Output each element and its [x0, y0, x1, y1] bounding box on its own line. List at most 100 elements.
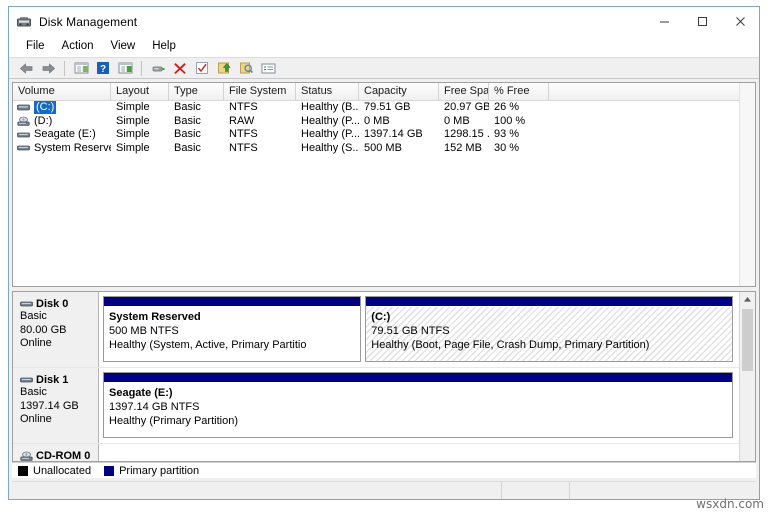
- volume-cell[interactable]: System Reserved: [13, 142, 111, 155]
- layout-cell: Simple: [116, 101, 150, 114]
- disk-title-1: Disk 1: [20, 374, 98, 386]
- menu-action[interactable]: Action: [54, 38, 102, 55]
- column-header-capacity[interactable]: Capacity: [359, 83, 439, 100]
- content-area: Volume Layout Type File System Status Ca…: [9, 79, 759, 499]
- status-cell: Healthy (S...: [301, 141, 359, 154]
- minimize-button[interactable]: [645, 7, 683, 36]
- disk-partitions-2: [99, 444, 739, 461]
- disk-name-label: Disk 0: [36, 298, 69, 310]
- disk-title-2: CD-ROM 0: [20, 450, 98, 461]
- disk-state-1: Online: [20, 413, 52, 425]
- partition-body: (C:) 79.51 GB NTFS Healthy (Boot, Page F…: [366, 307, 732, 361]
- close-button[interactable]: [721, 7, 759, 36]
- column-header-type[interactable]: Type: [169, 83, 224, 100]
- partition-capacity-bar: [104, 373, 732, 383]
- disk-info-1[interactable]: Disk 1 Basic 1397.14 GB Online: [13, 368, 99, 443]
- disk-name-label: CD-ROM 0: [36, 450, 91, 461]
- status-cell: Healthy (B...: [301, 101, 359, 114]
- extend-volume-icon[interactable]: [214, 58, 234, 78]
- partition-size-fs: 1397.14 GB NTFS: [109, 401, 200, 413]
- capacity-cell: 79.51 GB: [364, 101, 411, 114]
- disk-row-1[interactable]: Disk 1 Basic 1397.14 GB Online Seagate (…: [13, 368, 739, 444]
- type-cell: Basic: [174, 141, 201, 154]
- properties-window-icon[interactable]: [115, 58, 135, 78]
- partition-seagate-e[interactable]: Seagate (E:) 1397.14 GB NTFS Healthy (Pr…: [103, 372, 733, 438]
- title-bar: Disk Management: [9, 7, 759, 36]
- column-header-file-system[interactable]: File System: [224, 83, 296, 100]
- column-header-volume[interactable]: Volume: [13, 83, 111, 100]
- volume-cell[interactable]: Seagate (E:): [13, 128, 111, 141]
- scroll-up-arrow-icon[interactable]: [740, 292, 755, 307]
- partition-c-drive[interactable]: (C:) 79.51 GB NTFS Healthy (Boot, Page F…: [365, 296, 733, 362]
- partition-size-fs: 500 MB NTFS: [109, 325, 179, 337]
- rescan-disks-icon[interactable]: [148, 58, 168, 78]
- partition-status: Healthy (Primary Partition): [109, 415, 238, 427]
- volume-cell[interactable]: (C:): [13, 101, 111, 115]
- percent-free-cell: 30 %: [494, 141, 520, 154]
- toolbar-separator: [64, 60, 65, 76]
- legend-swatch-primary-partition: [104, 465, 115, 476]
- capacity-cell: 0 MB: [364, 114, 390, 127]
- window-controls: [645, 7, 759, 36]
- column-header-filler: [549, 83, 755, 100]
- volume-cell[interactable]: (D:): [13, 115, 111, 128]
- table-row[interactable]: Seagate (E:) Simple Basic NTFS Healthy (…: [13, 128, 755, 142]
- disk-info-2[interactable]: CD-ROM 0 DVD: [13, 444, 99, 461]
- menu-file[interactable]: File: [18, 38, 53, 55]
- disk-row-0[interactable]: Disk 0 Basic 80.00 GB Online System Rese…: [13, 292, 739, 368]
- list-view-icon[interactable]: [258, 58, 278, 78]
- disk-row-2[interactable]: CD-ROM 0 DVD: [13, 444, 739, 461]
- disk-type-0: Basic: [20, 310, 47, 322]
- hard-disk-icon: [17, 143, 30, 153]
- disk-type-1: Basic: [20, 386, 47, 398]
- percent-free-cell: 26 %: [494, 101, 520, 114]
- disk-info-0[interactable]: Disk 0 Basic 80.00 GB Online: [13, 292, 99, 367]
- partition-title: System Reserved: [109, 311, 201, 323]
- delete-volume-icon[interactable]: [170, 58, 190, 78]
- table-row[interactable]: (D:) Simple Basic RAW Healthy (P... 0 MB…: [13, 115, 755, 129]
- status-cell: Healthy (P...: [301, 114, 359, 127]
- partition-system-reserved[interactable]: System Reserved 500 MB NTFS Healthy (Sys…: [103, 296, 362, 362]
- disk-state-0: Online: [20, 337, 52, 349]
- check-icon[interactable]: [192, 58, 212, 78]
- scrollbar-thumb[interactable]: [742, 309, 753, 371]
- toolbar: ?: [9, 57, 759, 79]
- partition-body: System Reserved 500 MB NTFS Healthy (Sys…: [104, 307, 360, 361]
- partition-title: Seagate (E:): [109, 387, 173, 399]
- svg-text:?: ?: [100, 64, 106, 75]
- percent-free-cell: 93 %: [494, 128, 520, 141]
- file-system-cell: NTFS: [229, 128, 258, 141]
- file-system-cell: NTFS: [229, 141, 258, 154]
- status-cell-middle: [502, 482, 570, 499]
- watermark: wsxdn.com: [696, 497, 764, 511]
- menu-view[interactable]: View: [103, 38, 144, 55]
- percent-free-cell: 100 %: [494, 114, 526, 127]
- menu-help[interactable]: Help: [144, 38, 184, 55]
- help-icon[interactable]: ?: [93, 58, 113, 78]
- disk-graphic-inner: Disk 0 Basic 80.00 GB Online System Rese…: [13, 292, 739, 461]
- disk-management-window: Disk Management File Action View Help ? …: [8, 6, 760, 500]
- column-header-status[interactable]: Status: [296, 83, 359, 100]
- maximize-button[interactable]: [683, 7, 721, 36]
- capacity-cell: 1397.14 GB: [364, 128, 423, 141]
- status-cell-main: [12, 482, 502, 499]
- capacity-cell: 500 MB: [364, 141, 402, 154]
- column-header-layout[interactable]: Layout: [111, 83, 169, 100]
- volume-list-scrollbar[interactable]: [739, 83, 755, 286]
- forward-arrow-icon[interactable]: [38, 58, 58, 78]
- disk-graphic-scrollbar[interactable]: [739, 292, 755, 461]
- column-header-percent-free[interactable]: % Free: [489, 83, 549, 100]
- show-hide-console-tree-icon[interactable]: [71, 58, 91, 78]
- legend-swatch-unallocated: [18, 465, 28, 476]
- table-row[interactable]: System Reserved Simple Basic NTFS Health…: [13, 142, 755, 156]
- back-arrow-icon[interactable]: [16, 58, 36, 78]
- partition-title: (C:): [371, 311, 391, 323]
- column-header-free-space[interactable]: Free Spa...: [439, 83, 489, 100]
- hard-disk-icon: [17, 130, 30, 140]
- status-cell: Healthy (P...: [301, 128, 359, 141]
- hard-disk-icon: [20, 299, 33, 309]
- table-row[interactable]: (C:) Simple Basic NTFS Healthy (B... 79.…: [13, 101, 755, 115]
- format-icon[interactable]: [236, 58, 256, 78]
- layout-cell: Simple: [116, 128, 150, 141]
- layout-cell: Simple: [116, 141, 150, 154]
